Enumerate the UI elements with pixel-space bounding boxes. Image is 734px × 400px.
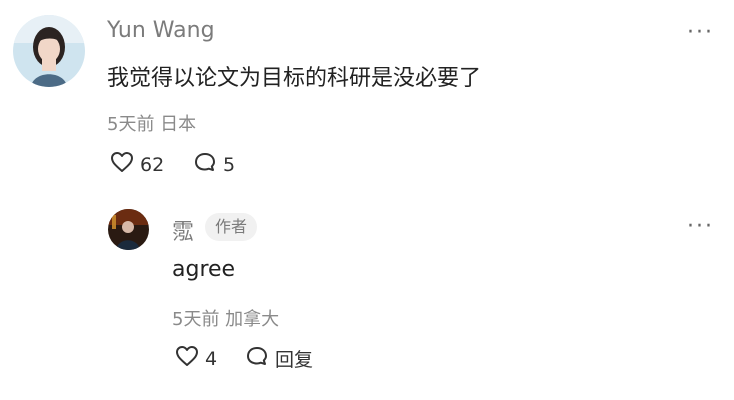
reply-like-count: 4 bbox=[205, 347, 218, 370]
like-button[interactable]: 62 bbox=[110, 151, 164, 178]
comment-icon bbox=[245, 345, 269, 372]
like-count: 62 bbox=[140, 153, 165, 176]
reply-like-button[interactable]: 4 bbox=[175, 345, 217, 372]
more-icon[interactable]: ··· bbox=[687, 20, 714, 45]
heart-icon bbox=[175, 345, 199, 372]
heart-icon bbox=[110, 151, 134, 178]
more-icon[interactable]: ··· bbox=[687, 214, 714, 239]
reply-text: agree bbox=[172, 257, 236, 282]
comment-icon bbox=[193, 151, 217, 178]
comment-text: 我觉得以论文为目标的科研是没必要了 bbox=[107, 66, 482, 91]
comment-meta: 5天前 日本 bbox=[107, 114, 197, 135]
reply-button[interactable]: 回复 bbox=[245, 345, 313, 372]
reply-meta: 5天前 加拿大 bbox=[172, 309, 280, 330]
reply-author[interactable]: 霐 bbox=[172, 214, 194, 246]
reply-label: 回复 bbox=[275, 349, 314, 371]
avatar[interactable] bbox=[13, 15, 85, 87]
author-badge: 作者 bbox=[205, 213, 258, 241]
reply-avatar[interactable] bbox=[108, 209, 149, 250]
comment-author[interactable]: Yun Wang bbox=[107, 18, 215, 43]
comment-button[interactable]: 5 bbox=[193, 151, 235, 178]
reply-count: 5 bbox=[223, 153, 236, 176]
